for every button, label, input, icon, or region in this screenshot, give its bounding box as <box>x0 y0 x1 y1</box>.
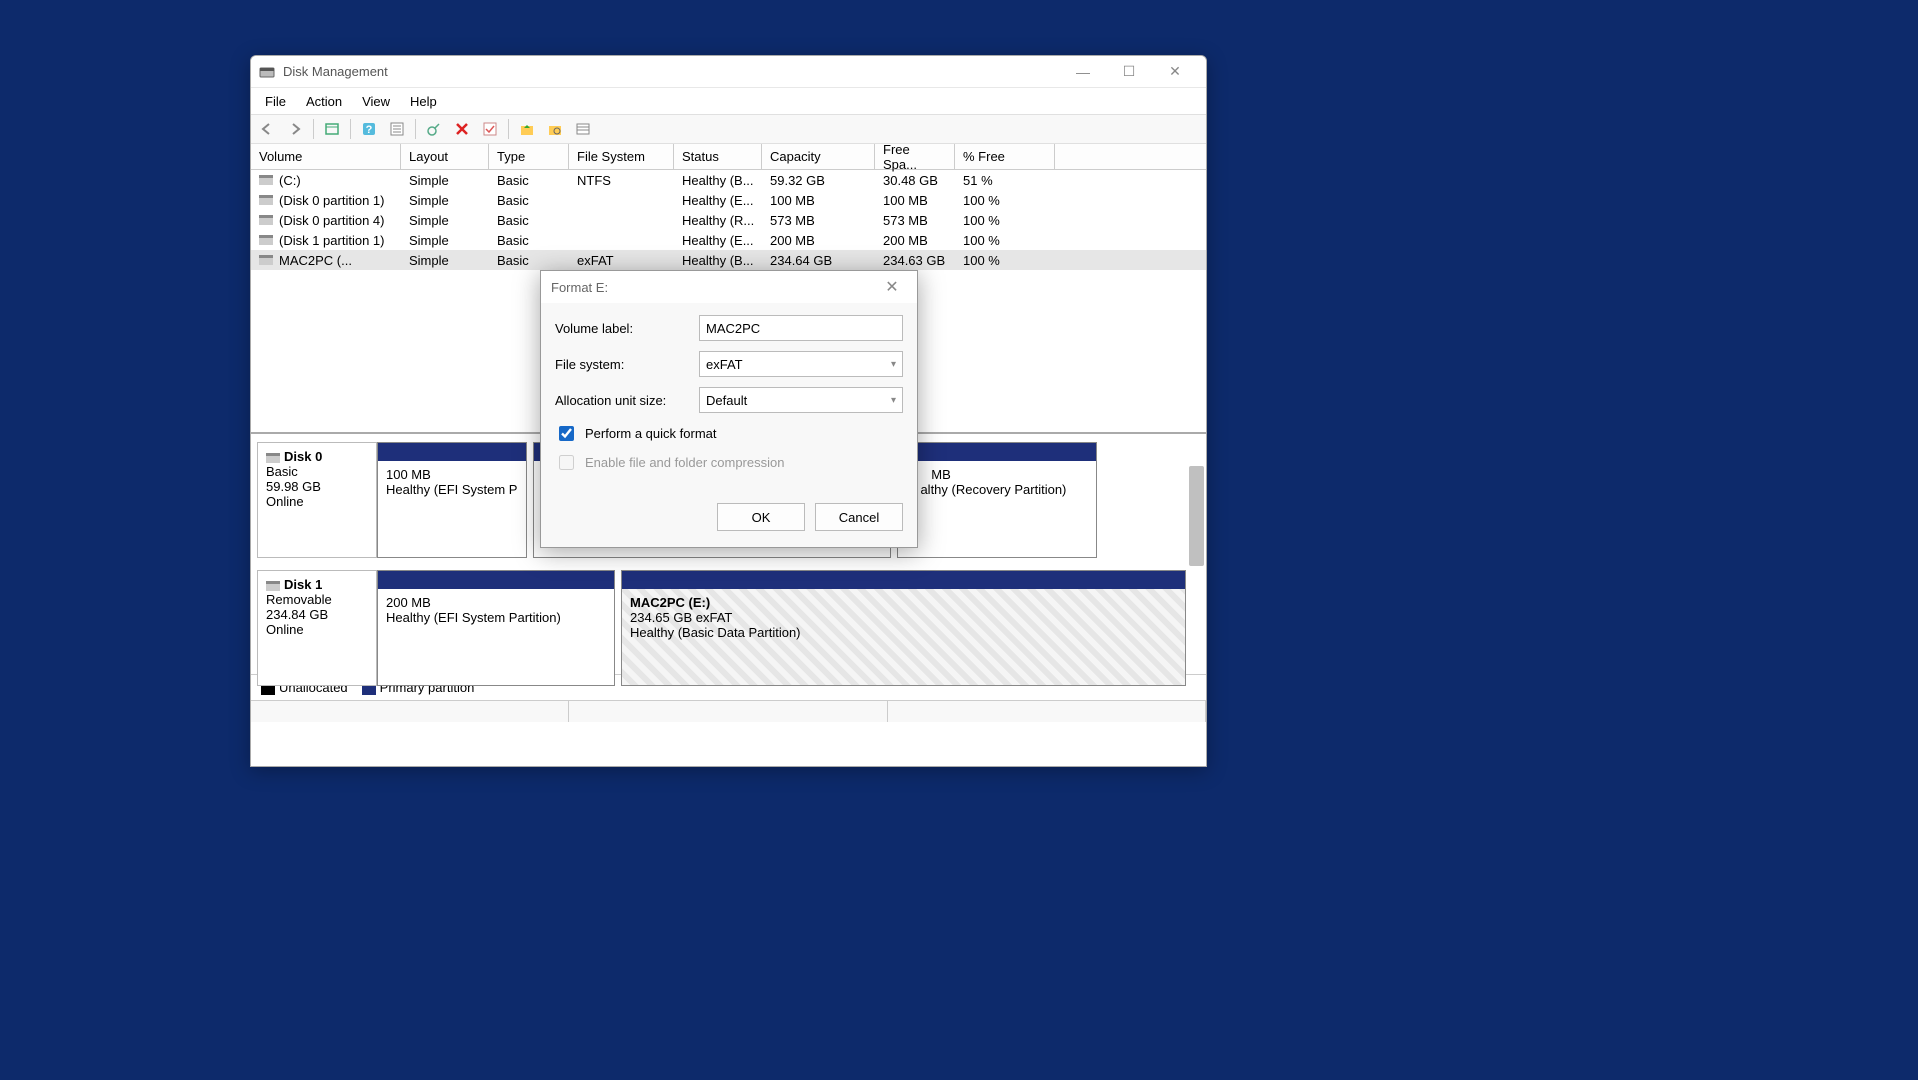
menu-view[interactable]: View <box>354 92 398 111</box>
volume-label-input[interactable] <box>699 315 903 341</box>
dialog-titlebar: Format E: ✕ <box>541 271 917 303</box>
folder-up-icon[interactable] <box>515 117 539 141</box>
refresh-icon[interactable] <box>320 117 344 141</box>
svg-text:?: ? <box>366 124 373 136</box>
close-button[interactable]: ✕ <box>1152 57 1198 87</box>
cancel-button[interactable]: Cancel <box>815 503 903 531</box>
app-icon <box>259 64 275 80</box>
quick-format-label: Perform a quick format <box>585 426 717 441</box>
col-filesystem[interactable]: File System <box>569 144 674 169</box>
compression-checkbox <box>559 455 574 470</box>
disk-icon <box>259 215 273 225</box>
list-icon[interactable] <box>571 117 595 141</box>
back-button[interactable] <box>255 117 279 141</box>
quick-format-checkbox[interactable] <box>559 426 574 441</box>
minimize-button[interactable]: — <box>1060 57 1106 87</box>
disk-icon <box>259 195 273 205</box>
titlebar: Disk Management — ☐ ✕ <box>251 56 1206 88</box>
col-freespace[interactable]: Free Spa... <box>875 144 955 169</box>
dialog-title: Format E: <box>551 280 608 295</box>
window-title: Disk Management <box>283 64 1060 79</box>
delete-icon[interactable] <box>450 117 474 141</box>
volume-row[interactable]: (Disk 1 partition 1)SimpleBasicHealthy (… <box>251 230 1206 250</box>
maximize-button[interactable]: ☐ <box>1106 57 1152 87</box>
partition-box[interactable]: MAC2PC (E:)234.65 GB exFATHealthy (Basic… <box>621 570 1186 686</box>
volume-row[interactable]: (Disk 0 partition 1)SimpleBasicHealthy (… <box>251 190 1206 210</box>
statusbar <box>251 700 1206 722</box>
toolbar: ? <box>251 114 1206 144</box>
disk-icon <box>259 235 273 245</box>
col-pctfree[interactable]: % Free <box>955 144 1055 169</box>
partition-box[interactable]: 100 MBHealthy (EFI System P <box>377 442 527 558</box>
col-volume[interactable]: Volume <box>251 144 401 169</box>
check-icon[interactable] <box>478 117 502 141</box>
disk-icon <box>259 175 273 185</box>
file-system-select[interactable]: exFAT▾ <box>699 351 903 377</box>
partition-box[interactable]: MB althy (Recovery Partition) <box>897 442 1097 558</box>
folder-search-icon[interactable] <box>543 117 567 141</box>
disk-label: Disk 1Removable234.84 GBOnline <box>257 570 377 686</box>
disk-icon <box>259 255 273 265</box>
col-type[interactable]: Type <box>489 144 569 169</box>
col-status[interactable]: Status <box>674 144 762 169</box>
disk-label: Disk 0Basic59.98 GBOnline <box>257 442 377 558</box>
forward-button[interactable] <box>283 117 307 141</box>
allocation-unit-label: Allocation unit size: <box>555 393 699 408</box>
volume-list-header: Volume Layout Type File System Status Ca… <box>251 144 1206 170</box>
menu-file[interactable]: File <box>257 92 294 111</box>
file-system-label: File system: <box>555 357 699 372</box>
properties-icon[interactable] <box>385 117 409 141</box>
col-capacity[interactable]: Capacity <box>762 144 875 169</box>
partition-box[interactable]: 200 MBHealthy (EFI System Partition) <box>377 570 615 686</box>
menu-action[interactable]: Action <box>298 92 350 111</box>
disk-row: Disk 1Removable234.84 GBOnline200 MBHeal… <box>257 570 1200 686</box>
volume-row[interactable]: (Disk 0 partition 4)SimpleBasicHealthy (… <box>251 210 1206 230</box>
allocation-unit-select[interactable]: Default▾ <box>699 387 903 413</box>
format-dialog: Format E: ✕ Volume label: File system: e… <box>540 270 918 548</box>
vertical-scrollbar[interactable] <box>1189 466 1204 566</box>
menu-help[interactable]: Help <box>402 92 445 111</box>
disk-icon <box>266 581 280 591</box>
volume-row[interactable]: MAC2PC (...SimpleBasicexFATHealthy (B...… <box>251 250 1206 270</box>
help-icon[interactable]: ? <box>357 117 381 141</box>
menubar: File Action View Help <box>251 88 1206 114</box>
chevron-down-icon: ▾ <box>891 359 896 370</box>
dialog-close-button[interactable]: ✕ <box>877 277 907 297</box>
chevron-down-icon: ▾ <box>891 395 896 406</box>
compression-label: Enable file and folder compression <box>585 455 784 470</box>
ok-button[interactable]: OK <box>717 503 805 531</box>
attach-icon[interactable] <box>422 117 446 141</box>
volume-row[interactable]: (C:)SimpleBasicNTFSHealthy (B...59.32 GB… <box>251 170 1206 190</box>
col-layout[interactable]: Layout <box>401 144 489 169</box>
volume-label-label: Volume label: <box>555 321 699 336</box>
disk-icon <box>266 453 280 463</box>
